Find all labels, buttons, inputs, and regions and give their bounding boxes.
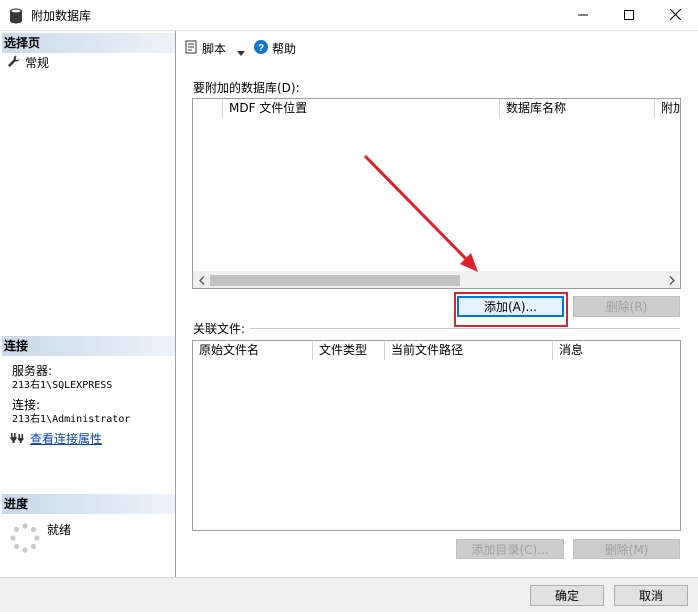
connection-plug-icon: [10, 431, 24, 446]
minimize-icon: [578, 9, 588, 23]
cancel-button[interactable]: 取消: [614, 585, 688, 606]
window-title: 附加数据库: [31, 9, 92, 23]
remove-file-button[interactable]: 删除(M): [573, 539, 680, 559]
column-header-original-filename[interactable]: 原始文件名: [193, 341, 313, 360]
svg-text:?: ?: [258, 43, 264, 54]
select-page-header: 选择页: [2, 33, 175, 53]
column-header-select[interactable]: [193, 99, 223, 118]
page-item-general[interactable]: 常规: [7, 54, 49, 71]
help-label: 帮助: [272, 42, 297, 56]
connection-header: 连接: [2, 336, 175, 356]
progress-spinner-icon: [10, 523, 40, 556]
annotation-arrow: [363, 154, 478, 272]
view-connection-properties[interactable]: 查看连接属性: [10, 430, 102, 447]
page-item-label: 常规: [25, 56, 50, 70]
toolbar: 脚本 ? 帮助: [177, 31, 698, 65]
help-icon: ?: [254, 40, 268, 57]
connection-value: 213右1\Administrator: [12, 414, 131, 425]
script-dropdown[interactable]: [237, 45, 245, 59]
view-connection-properties-link[interactable]: 查看连接属性: [30, 430, 102, 447]
related-files-label: 关联文件:: [193, 322, 246, 336]
column-header-current-path[interactable]: 当前文件路径: [385, 341, 553, 360]
progress-header: 进度: [2, 494, 175, 514]
database-icon: [9, 8, 23, 24]
scroll-right-icon[interactable]: [663, 272, 680, 288]
add-database-button[interactable]: 添加(A)...: [457, 296, 564, 317]
ok-button[interactable]: 确定: [530, 585, 604, 606]
maximize-icon: [624, 9, 634, 23]
column-header-attach-as[interactable]: 附加: [655, 99, 680, 118]
databases-to-attach-label: 要附加的数据库(D):: [193, 81, 300, 95]
title-bar: 附加数据库: [0, 0, 698, 31]
remove-database-button[interactable]: 删除(R): [573, 296, 680, 317]
column-header-mdf-location[interactable]: MDF 文件位置: [223, 99, 500, 118]
help-button[interactable]: ? 帮助: [254, 40, 296, 57]
left-panel: 选择页 常规 连接 服务器: 213右1\SQLEXPRESS 连接: 213右…: [0, 31, 176, 577]
close-icon: [669, 8, 681, 23]
chevron-down-icon: [237, 45, 245, 59]
related-files-grid[interactable]: 原始文件名 文件类型 当前文件路径 消息: [192, 340, 681, 531]
wrench-icon: [7, 55, 20, 71]
script-icon: [185, 40, 198, 57]
script-label: 脚本: [202, 42, 227, 56]
scroll-left-icon[interactable]: [193, 272, 210, 288]
server-value: 213右1\SQLEXPRESS: [12, 380, 113, 391]
dialog-footer: 确定 取消: [0, 577, 698, 612]
progress-status: 就绪: [47, 523, 72, 537]
column-header-message[interactable]: 消息: [553, 341, 680, 360]
maximize-button[interactable]: [606, 0, 652, 31]
minimize-button[interactable]: [560, 0, 606, 31]
related-files-divider: [250, 328, 680, 329]
script-button[interactable]: 脚本: [185, 40, 226, 57]
add-catalog-button[interactable]: 添加目录(C)...: [456, 539, 564, 559]
column-header-database-name[interactable]: 数据库名称: [500, 99, 655, 118]
close-button[interactable]: [652, 0, 698, 31]
column-header-file-type[interactable]: 文件类型: [313, 341, 385, 360]
